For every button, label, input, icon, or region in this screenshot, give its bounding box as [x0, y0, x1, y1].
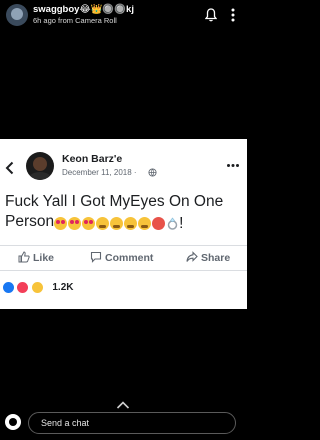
poster-avatar[interactable]: [26, 152, 54, 180]
heart-eyes-emoji: [82, 217, 96, 231]
chat-placeholder: Send a chat: [41, 418, 90, 428]
like-button[interactable]: Like: [18, 251, 54, 265]
hot-face-emoji: [152, 217, 166, 231]
bell-icon[interactable]: [205, 8, 217, 22]
reaction-summary[interactable]: 1.2K: [2, 279, 74, 295]
comment-label: Comment: [105, 252, 154, 264]
tired-face-emoji: [110, 217, 124, 231]
share-arrow-icon: [186, 251, 198, 262]
love-reaction-icon: [16, 281, 30, 295]
tired-face-emoji: [124, 217, 138, 231]
post-action-bar: Like Comment Share: [0, 245, 247, 271]
comment-icon: [90, 251, 102, 263]
share-label: Share: [201, 252, 231, 264]
tired-face-emoji: [96, 217, 110, 231]
like-label: Like: [33, 252, 55, 264]
share-button[interactable]: Share: [186, 251, 230, 265]
more-horizontal-icon[interactable]: [226, 163, 240, 168]
back-arrow-icon[interactable]: [5, 161, 14, 175]
post-body: Fuck Yall I Got MyEyes On One Person!: [5, 192, 245, 234]
avatar[interactable]: [6, 4, 28, 26]
story-username[interactable]: swaggboy😂👑🔘🔘kj: [33, 4, 134, 15]
haha-reaction-icon: [30, 281, 44, 295]
post-text-suffix: !: [179, 215, 184, 232]
post-date: December 11, 2018 ·: [62, 168, 137, 177]
thumbs-up-icon: [18, 251, 30, 263]
story-timestamp: 6h ago from Camera Roll: [33, 16, 117, 25]
camera-button[interactable]: [5, 414, 21, 430]
poster-name[interactable]: Keon Barz'e: [62, 153, 122, 165]
more-vertical-icon[interactable]: [230, 7, 236, 23]
heart-eyes-emoji: [68, 217, 82, 231]
post-emojis: !: [54, 214, 183, 234]
heart-eyes-emoji: [54, 217, 68, 231]
story-header: swaggboy😂👑🔘🔘kj 6h ago from Camera Roll: [0, 0, 247, 34]
tired-face-emoji: [138, 217, 152, 231]
chevron-up-icon[interactable]: [116, 401, 130, 409]
globe-icon: [148, 168, 157, 177]
ring-emoji: [167, 217, 178, 231]
comment-button[interactable]: Comment: [90, 251, 153, 265]
like-reaction-icon: [2, 281, 15, 295]
facebook-post-card: Keon Barz'e December 11, 2018 · Fuck Yal…: [0, 139, 247, 309]
chat-input[interactable]: Send a chat: [28, 412, 236, 434]
reaction-count: 1.2K: [52, 282, 74, 294]
